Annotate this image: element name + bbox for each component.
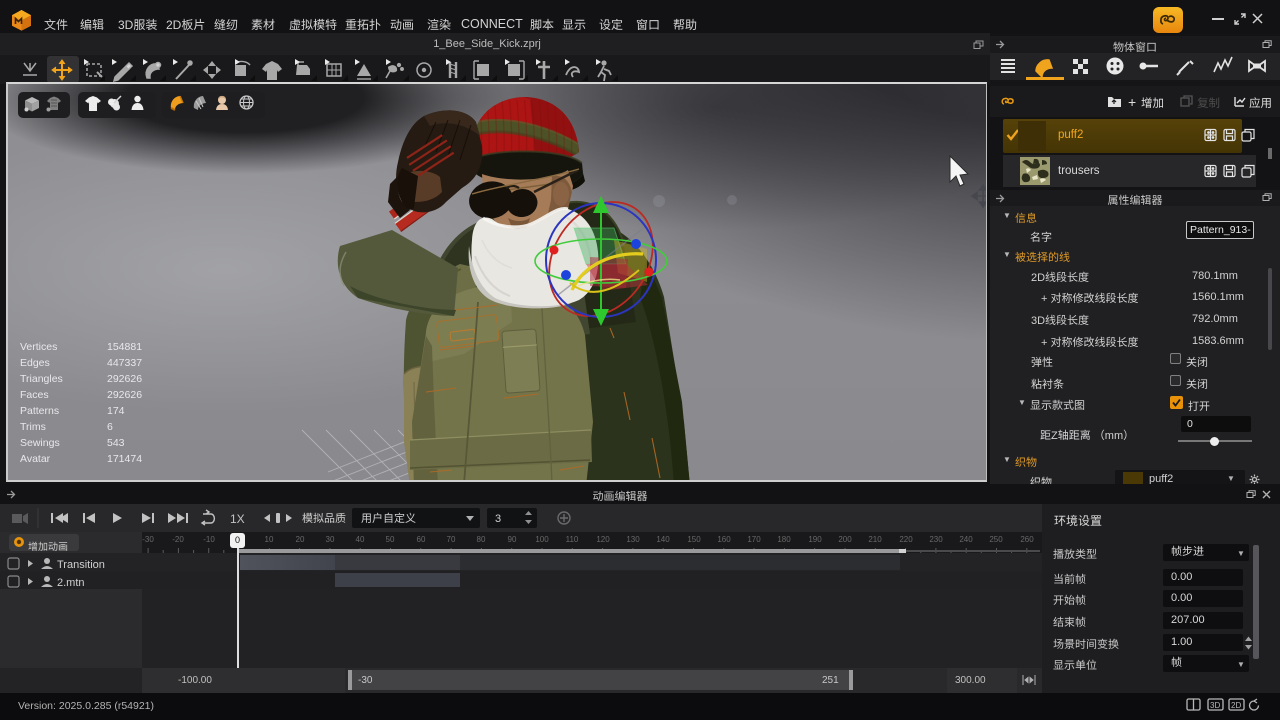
svg-text:Triangles: Triangles: [20, 373, 63, 385]
svg-text:250: 250: [989, 535, 1003, 544]
svg-text:Transition: Transition: [57, 559, 105, 571]
svg-text:200: 200: [838, 535, 852, 544]
svg-text:130: 130: [626, 535, 640, 544]
svg-text:10: 10: [265, 535, 274, 544]
svg-text:用户自定义: 用户自定义: [361, 512, 416, 525]
svg-text:1X: 1X: [230, 512, 245, 526]
svg-text:292626: 292626: [107, 373, 142, 385]
svg-text:3D: 3D: [1210, 701, 1220, 710]
svg-text:171474: 171474: [107, 453, 142, 465]
svg-text:Patterns: Patterns: [20, 405, 59, 417]
svg-text:110: 110: [566, 535, 579, 544]
svg-text:220: 220: [899, 535, 913, 544]
svg-text:180: 180: [777, 535, 791, 544]
svg-text:-30: -30: [142, 535, 154, 544]
svg-text:260: 260: [1020, 535, 1034, 544]
svg-text:140: 140: [656, 535, 670, 544]
svg-text:90: 90: [508, 535, 517, 544]
svg-text:70: 70: [447, 535, 456, 544]
svg-text:20: 20: [296, 535, 305, 544]
svg-text:Sewings: Sewings: [20, 437, 60, 449]
svg-text:Vertices: Vertices: [20, 341, 57, 353]
svg-text:-20: -20: [172, 535, 184, 544]
svg-text:150: 150: [687, 535, 701, 544]
svg-text:292626: 292626: [107, 389, 142, 401]
svg-text:120: 120: [596, 535, 610, 544]
svg-text:40: 40: [356, 535, 365, 544]
svg-text:3: 3: [495, 513, 501, 525]
svg-text:170: 170: [747, 535, 761, 544]
svg-text:230: 230: [929, 535, 943, 544]
svg-text:154881: 154881: [107, 341, 142, 353]
svg-text:447337: 447337: [107, 357, 142, 369]
svg-text:100: 100: [535, 535, 549, 544]
svg-text:Edges: Edges: [20, 357, 50, 369]
svg-text:160: 160: [717, 535, 731, 544]
svg-text:50: 50: [386, 535, 395, 544]
svg-text:6: 6: [107, 421, 113, 433]
svg-text:Avatar: Avatar: [20, 453, 51, 465]
svg-text:80: 80: [477, 535, 486, 544]
svg-text:2.mtn: 2.mtn: [57, 577, 85, 589]
svg-text:174: 174: [107, 405, 125, 417]
svg-text:模拟品质: 模拟品质: [302, 512, 346, 525]
svg-text:-10: -10: [203, 535, 215, 544]
svg-text:240: 240: [959, 535, 973, 544]
svg-text:Faces: Faces: [20, 389, 49, 401]
svg-text:30: 30: [326, 535, 335, 544]
svg-text:210: 210: [868, 535, 882, 544]
svg-text:Trims: Trims: [20, 421, 46, 433]
svg-text:2D: 2D: [1231, 701, 1241, 710]
svg-text:60: 60: [417, 535, 426, 544]
svg-text:190: 190: [808, 535, 822, 544]
svg-text:543: 543: [107, 437, 125, 449]
